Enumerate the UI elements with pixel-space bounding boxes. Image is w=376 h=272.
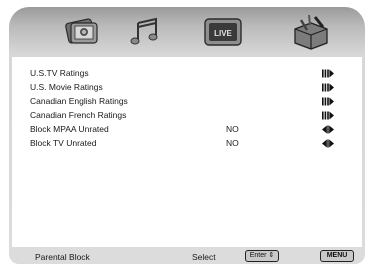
picture-tab[interactable]	[59, 11, 103, 53]
menu-item-block-tv-unrated[interactable]: Block TV Unrated NO	[30, 137, 350, 150]
menu-item-us-movie-ratings[interactable]: U.S. Movie Ratings	[30, 81, 350, 94]
menu-item-label: U.S. Movie Ratings	[30, 82, 103, 92]
menu-item-label: Block MPAA Unrated	[30, 124, 109, 134]
submenu-arrow-icon	[322, 83, 334, 92]
menu-item-canadian-english-ratings[interactable]: Canadian English Ratings	[30, 95, 350, 108]
picture-icon	[65, 18, 98, 44]
enter-key-label: Enter	[249, 252, 267, 259]
music-tab[interactable]	[125, 11, 169, 53]
live-tab-label: LIVE	[214, 29, 232, 38]
menu-item-label: Canadian English Ratings	[30, 96, 128, 106]
menu-item-label: Canadian French Ratings	[30, 110, 127, 120]
left-right-arrows-icon[interactable]	[322, 139, 334, 148]
menu-item-value: NO	[226, 138, 239, 148]
live-tv-icon: LIVE	[204, 18, 242, 46]
up-down-arrows-icon: ⇕	[268, 252, 275, 259]
menu-item-label: U.S.TV Ratings	[30, 68, 89, 78]
select-hint: Select	[192, 252, 216, 262]
enter-key-button[interactable]: Enter ⇕	[245, 250, 279, 262]
menu-item-label: Block TV Unrated	[30, 138, 97, 148]
menu-item-canadian-french-ratings[interactable]: Canadian French Ratings	[30, 109, 350, 122]
menu-item-us-tv-ratings[interactable]: U.S.TV Ratings	[30, 67, 350, 80]
submenu-arrow-icon	[322, 111, 334, 120]
menu-tab-bar: LIVE	[9, 7, 365, 59]
submenu-arrow-icon	[322, 97, 334, 106]
menu-key-button[interactable]: MENU	[320, 250, 354, 262]
menu-panel: U.S.TV Ratings U.S. Movie Ratings Canadi…	[12, 57, 362, 247]
toolbox-icon	[294, 14, 328, 50]
menu-item-value: NO	[226, 124, 239, 134]
osd-menu-window: LIVE U.S.TV Ratings U.S. Movie Ratings C…	[9, 7, 365, 264]
left-right-arrows-icon[interactable]	[322, 125, 334, 134]
live-tab[interactable]: LIVE	[201, 11, 245, 53]
menu-item-block-mpaa-unrated[interactable]: Block MPAA Unrated NO	[30, 123, 350, 136]
help-bar: Parental Block Select Enter ⇕ MENU	[9, 247, 365, 264]
setup-tab[interactable]	[289, 11, 333, 53]
music-notes-icon	[130, 17, 158, 45]
menu-title: Parental Block	[35, 252, 90, 262]
submenu-arrow-icon	[322, 69, 334, 78]
